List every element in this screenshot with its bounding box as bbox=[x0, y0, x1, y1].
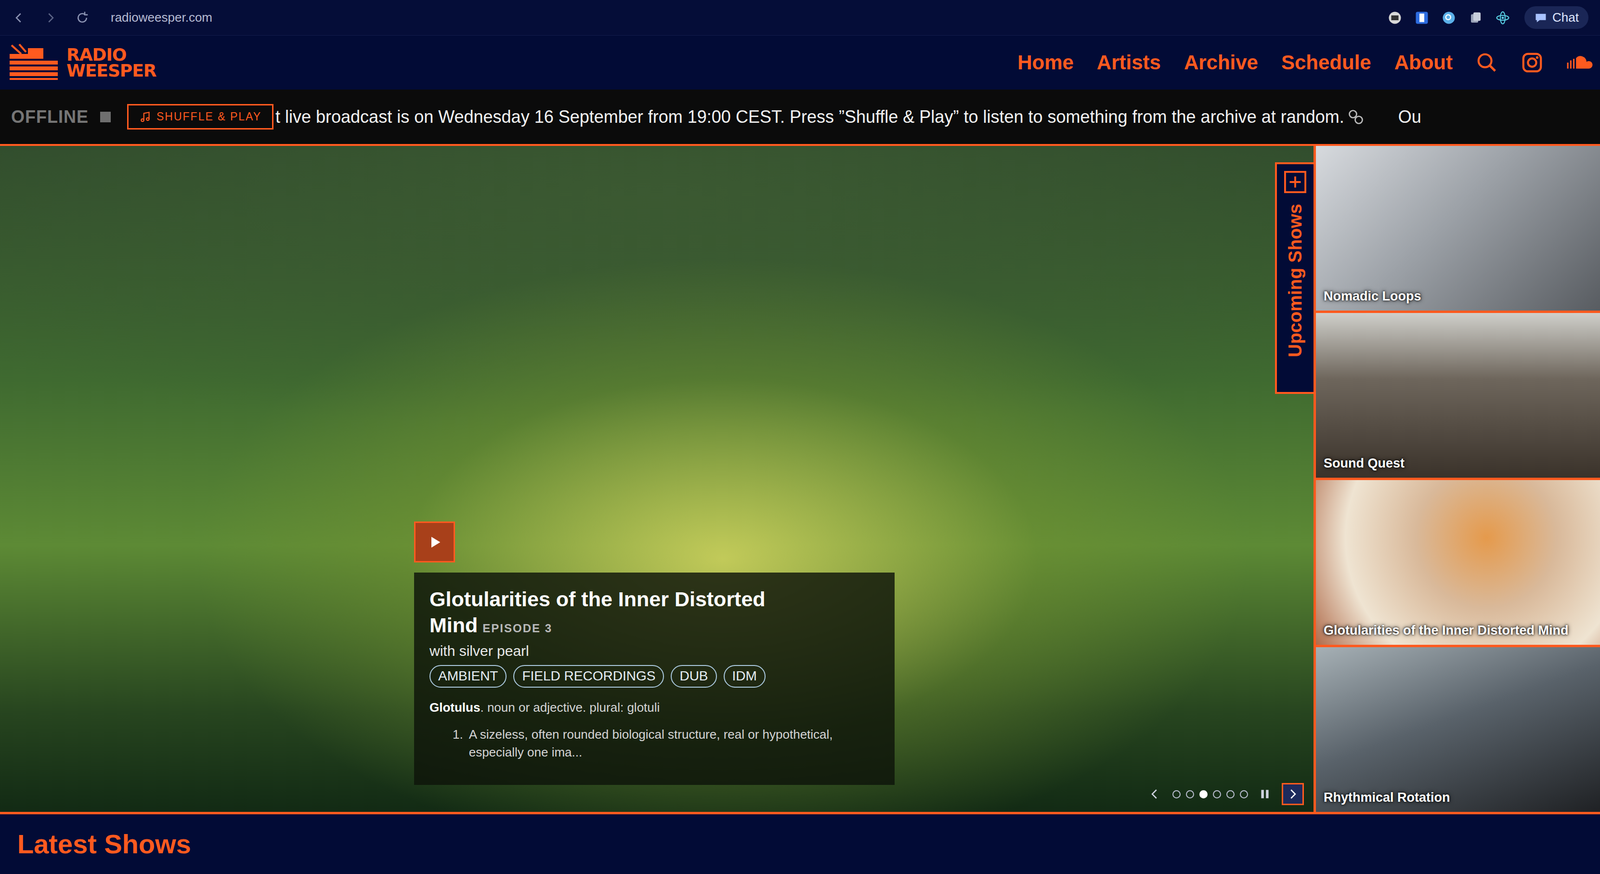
logo[interactable]: RADIOWEESPER bbox=[6, 43, 157, 82]
plus-icon bbox=[1284, 170, 1307, 194]
logo-text: RADIOWEESPER bbox=[66, 46, 157, 79]
ticker-track: t live broadcast is on Wednesday 16 Sept… bbox=[275, 106, 1600, 128]
artist-line: with silver pearl bbox=[429, 642, 880, 660]
chat-button[interactable]: Chat bbox=[1524, 6, 1589, 29]
react-extension-icon[interactable] bbox=[1495, 10, 1510, 26]
upcoming-show-card[interactable]: Nomadic Loops bbox=[1315, 145, 1600, 311]
shuffle-play-label: SHUFFLE & PLAY bbox=[156, 110, 262, 124]
forward-icon[interactable] bbox=[43, 10, 58, 26]
copy-extension-icon[interactable] bbox=[1468, 10, 1483, 26]
next-button[interactable] bbox=[1281, 782, 1304, 806]
browser-nav bbox=[11, 10, 90, 26]
sense-text: A sizeless, often rounded biological str… bbox=[468, 725, 880, 761]
genre-tag[interactable]: AMBIENT bbox=[429, 664, 507, 688]
loop-icon bbox=[1347, 108, 1365, 126]
sense-number: 1. bbox=[452, 725, 464, 761]
ticker-bar: OFFLINE SHUFFLE & PLAY t live broadcast is… bbox=[0, 89, 1600, 144]
feature-card[interactable]: Glotularities of the Inner Distorted Min… bbox=[414, 572, 895, 785]
feature-overlay: Glotularities of the Inner Distorted Min… bbox=[414, 521, 895, 785]
upcoming-show-card[interactable]: Glotularities of the Inner Distorted Min… bbox=[1315, 480, 1600, 645]
bookmark-extension-icon[interactable] bbox=[1414, 10, 1430, 26]
ticker-next-message: Ou bbox=[1398, 106, 1422, 128]
radio-building-icon bbox=[6, 43, 62, 82]
upcoming-show-card[interactable]: Rhythmical Rotation bbox=[1315, 647, 1600, 812]
carousel-dot[interactable] bbox=[1172, 790, 1181, 799]
search-extension-icon[interactable] bbox=[1441, 10, 1457, 26]
shuffle-play-button[interactable]: SHUFFLE & PLAY bbox=[127, 104, 274, 130]
upcoming-shows-title: Upcoming Shows bbox=[1285, 203, 1306, 358]
latest-shows-title: Latest Shows bbox=[17, 827, 1583, 860]
extensions bbox=[1387, 10, 1510, 26]
chat-bubble-icon bbox=[1534, 11, 1548, 25]
sense-list: 1.A sizeless, often rounded biological s… bbox=[429, 725, 880, 761]
nav-link[interactable]: About bbox=[1394, 51, 1453, 75]
search-icon[interactable] bbox=[1475, 51, 1498, 74]
nav-link[interactable]: Schedule bbox=[1281, 51, 1372, 75]
episode-label: EPISODE 3 bbox=[482, 621, 553, 635]
hero: Glotularities of the Inner Distorted Min… bbox=[0, 143, 1600, 815]
definition: Glotulus. noun or adjective. plural: glo… bbox=[429, 700, 880, 716]
carousel-controls bbox=[1147, 782, 1304, 806]
play-icon bbox=[426, 533, 443, 551]
soundcloud-icon[interactable] bbox=[1566, 51, 1594, 74]
carousel-dot[interactable] bbox=[1239, 790, 1249, 799]
definition-term: Glotulus bbox=[429, 700, 481, 715]
main-nav: Home Artists Archive Schedule About bbox=[1017, 51, 1594, 75]
carousel-dot[interactable] bbox=[1212, 790, 1222, 799]
genre-tag[interactable]: FIELD RECORDINGS bbox=[513, 664, 664, 688]
previous-icon[interactable] bbox=[1147, 786, 1162, 802]
featured-slide: Glotularities of the Inner Distorted Min… bbox=[0, 145, 1314, 812]
pause-icon[interactable] bbox=[1258, 787, 1272, 801]
page: radioweesper.com Chat RADIOWEESPER Home Arti… bbox=[0, 0, 1600, 874]
nav-link[interactable]: Home bbox=[1017, 51, 1074, 75]
upcoming-show-name: Sound Quest bbox=[1323, 455, 1405, 471]
site-header: RADIOWEESPER Home Artists Archive Schedule Ab… bbox=[0, 35, 1600, 90]
sense-item: 1.A sizeless, often rounded biological s… bbox=[452, 725, 880, 761]
latest-shows: Latest Shows bbox=[0, 814, 1600, 870]
feature-title: Glotularities of the Inner Distorted Min… bbox=[429, 585, 880, 638]
play-button[interactable] bbox=[414, 521, 456, 563]
genre-tag[interactable]: IDM bbox=[723, 664, 766, 688]
next-icon bbox=[1285, 786, 1301, 802]
nav-link[interactable]: Archive bbox=[1183, 51, 1259, 75]
broadcast-status: OFFLINE bbox=[11, 106, 89, 128]
upcoming-show-name: Glotularities of the Inner Distorted Min… bbox=[1323, 622, 1569, 638]
reload-icon[interactable] bbox=[75, 10, 90, 26]
nav-link[interactable]: Artists bbox=[1096, 51, 1161, 75]
upcoming-shows-tab[interactable]: Upcoming Shows bbox=[1274, 162, 1314, 394]
browser-bar: radioweesper.com Chat bbox=[0, 0, 1600, 36]
show-title: Glotularities of the Inner Distorted Min… bbox=[429, 587, 766, 637]
carousel-dot[interactable] bbox=[1226, 790, 1235, 799]
back-icon[interactable] bbox=[11, 10, 27, 26]
ticker-message: t live broadcast is on Wednesday 16 Sept… bbox=[275, 106, 1345, 128]
carousel-dot[interactable] bbox=[1185, 790, 1195, 799]
tag-list: AMBIENTFIELD RECORDINGSDUBIDM bbox=[429, 664, 880, 688]
upcoming-show-name: Nomadic Loops bbox=[1323, 288, 1422, 304]
chat-label: Chat bbox=[1552, 10, 1579, 26]
logo-line: WEESPER bbox=[66, 62, 157, 79]
definition-text: . noun or adjective. plural: glotuli bbox=[480, 700, 660, 715]
upcoming-show-card[interactable]: Sound Quest bbox=[1315, 312, 1600, 478]
upcoming-shows: Nomadic Loops Sound Quest Glotularities of… bbox=[1313, 145, 1600, 812]
address-bar[interactable]: radioweesper.com bbox=[110, 10, 213, 26]
upcoming-show-name: Rhythmical Rotation bbox=[1323, 789, 1451, 806]
mail-extension-icon[interactable] bbox=[1387, 10, 1403, 26]
instagram-icon[interactable] bbox=[1521, 51, 1544, 74]
carousel-dots bbox=[1172, 790, 1249, 799]
ticker-viewport: t live broadcast is on Wednesday 16 Sept… bbox=[273, 106, 1600, 128]
genre-tag[interactable]: DUB bbox=[670, 664, 717, 688]
music-note-icon bbox=[139, 110, 152, 124]
stop-icon bbox=[100, 111, 111, 123]
carousel-dot[interactable] bbox=[1199, 790, 1208, 799]
logo-line: RADIO bbox=[66, 46, 157, 63]
